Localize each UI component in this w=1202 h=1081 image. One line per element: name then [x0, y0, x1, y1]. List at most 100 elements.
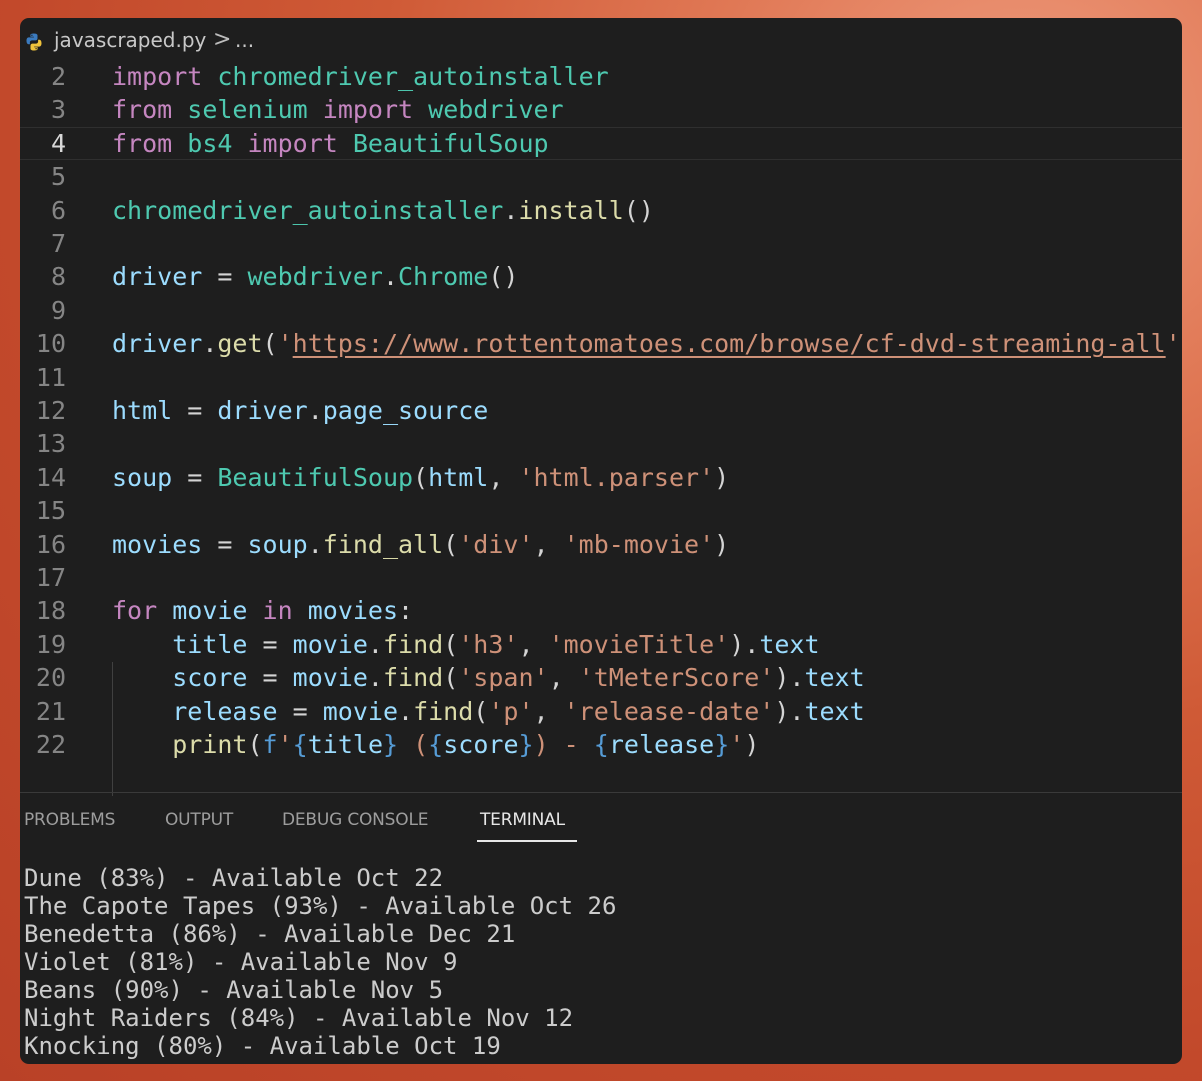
code-editor[interactable]: 2 import chromedriver_autoinstaller 3 from … — [20, 60, 1182, 796]
code-line[interactable]: 12 html = driver.page_source — [20, 394, 1182, 427]
code-token: ) — [744, 730, 760, 759]
code-line[interactable]: 14 soup = BeautifulSoup(html, 'html.parse… — [20, 461, 1182, 494]
code-line[interactable]: 3 from selenium import webdriver — [20, 93, 1182, 126]
code-token: . — [503, 195, 519, 225]
code-token: ( — [443, 529, 459, 559]
code-token: = — [202, 262, 248, 292]
breadcrumb-more[interactable]: ... — [235, 28, 254, 52]
code-line[interactable]: 17 — [20, 561, 1182, 594]
code-token: . — [307, 529, 323, 559]
code-token: f — [262, 730, 278, 759]
code-token: from — [112, 128, 173, 158]
code-text: from selenium import webdriver — [112, 93, 564, 126]
code-line[interactable]: 10 driver.get('https://www.rottentomatoes… — [20, 327, 1182, 360]
code-token: score — [443, 730, 519, 759]
code-line[interactable]: 20 score = movie.find('span', 'tMeterSco… — [20, 661, 1182, 694]
code-token: . — [367, 629, 383, 659]
code-token: title — [172, 629, 248, 659]
code-token: install — [518, 195, 624, 225]
code-line[interactable]: 7 — [20, 227, 1182, 260]
code-token: text — [804, 696, 865, 726]
tab-debug-console[interactable]: DEBUG CONSOLE — [282, 810, 428, 830]
code-token: , — [488, 462, 519, 492]
code-token: ). — [774, 663, 805, 693]
code-token: html — [428, 462, 489, 492]
code-token: title — [307, 730, 383, 759]
code-token: { — [292, 730, 308, 759]
code-line[interactable]: 6 chromedriver_autoinstaller.install() — [20, 194, 1182, 227]
line-number: 5 — [50, 162, 66, 192]
line-number: 21 — [35, 696, 66, 726]
code-token: chromedriver_autoinstaller — [217, 62, 609, 91]
code-token: ( — [443, 663, 459, 693]
code-token: ( — [443, 629, 459, 659]
tab-problems[interactable]: PROBLEMS — [24, 810, 115, 830]
terminal-output[interactable]: Dune (83%) - Available Oct 22 The Capote … — [24, 864, 616, 1060]
code-token: text — [759, 629, 820, 659]
code-token: html — [112, 396, 173, 425]
terminal-line: Violet (81%) - Available Nov 9 — [24, 948, 458, 976]
code-token: movie — [292, 629, 368, 659]
code-token: movies — [112, 529, 203, 559]
code-token: import — [322, 95, 414, 125]
code-token: driver — [112, 262, 203, 292]
line-number: 20 — [35, 663, 66, 693]
tab-output[interactable]: OUTPUT — [165, 810, 233, 830]
active-tab-indicator — [477, 840, 577, 842]
code-token: Chrome — [398, 262, 489, 292]
code-line[interactable]: 21 release = movie.find('p', 'release-da… — [20, 695, 1182, 728]
code-line[interactable]: 2 import chromedriver_autoinstaller — [20, 60, 1182, 93]
code-token: score — [172, 663, 248, 693]
code-token: find — [413, 696, 474, 726]
breadcrumb[interactable]: javascraped.py > ... — [20, 27, 1182, 57]
code-token: () — [488, 262, 519, 292]
code-token: movie — [172, 596, 248, 626]
code-token: . — [382, 262, 398, 292]
code-token: 'tMeterScore' — [578, 663, 775, 693]
code-line[interactable]: 8 driver = webdriver.Chrome() — [20, 260, 1182, 293]
python-file-icon — [24, 32, 44, 57]
code-line[interactable]: 13 — [20, 427, 1182, 460]
code-text: from bs4 import BeautifulSoup — [112, 127, 549, 160]
code-line[interactable]: 9 — [20, 294, 1182, 327]
code-token: movie — [322, 696, 398, 726]
code-token: ' — [277, 329, 293, 359]
code-text: import chromedriver_autoinstaller — [112, 60, 609, 93]
code-line[interactable]: 16 movies = soup.find_all('div', 'mb-movi… — [20, 528, 1182, 561]
terminal-line: Beans (90%) - Available Nov 5 — [24, 976, 444, 1004]
code-text: html = driver.page_source — [112, 394, 488, 427]
line-number: 18 — [35, 596, 66, 626]
code-line[interactable]: 5 — [20, 160, 1182, 193]
line-number: 17 — [35, 563, 66, 592]
terminal-line: Knocking (80%) - Available Oct 19 — [24, 1032, 501, 1060]
code-token: ). — [774, 696, 805, 726]
code-line[interactable]: 4 from bs4 import BeautifulSoup — [20, 127, 1182, 160]
code-token: 'h3' — [458, 629, 519, 659]
tab-terminal[interactable]: TERMINAL — [480, 810, 565, 830]
code-token: , — [533, 529, 564, 559]
terminal-line: Night Raiders (84%) - Available Nov 12 — [24, 1004, 574, 1032]
code-line[interactable]: 11 — [20, 361, 1182, 394]
line-number: 4 — [50, 128, 66, 158]
code-token: . — [202, 329, 218, 359]
line-number: 6 — [50, 195, 66, 225]
code-token: find_all — [322, 529, 444, 559]
code-line[interactable]: 22 print(f'{title} ({score}) - {release}… — [20, 728, 1182, 761]
code-text: score = movie.find('span', 'tMeterScore'… — [112, 661, 864, 694]
code-token: selenium — [187, 95, 308, 125]
code-line[interactable]: 18 for movie in movies: — [20, 594, 1182, 627]
code-line[interactable]: 15 — [20, 494, 1182, 527]
code-token: : — [398, 596, 414, 626]
code-token: release — [172, 696, 278, 726]
code-token: print — [172, 730, 248, 759]
code-line[interactable]: 19 title = movie.find('h3', 'movieTitle'… — [20, 628, 1182, 661]
code-token: ) — [1181, 329, 1182, 358]
breadcrumb-file[interactable]: javascraped.py — [54, 28, 206, 52]
